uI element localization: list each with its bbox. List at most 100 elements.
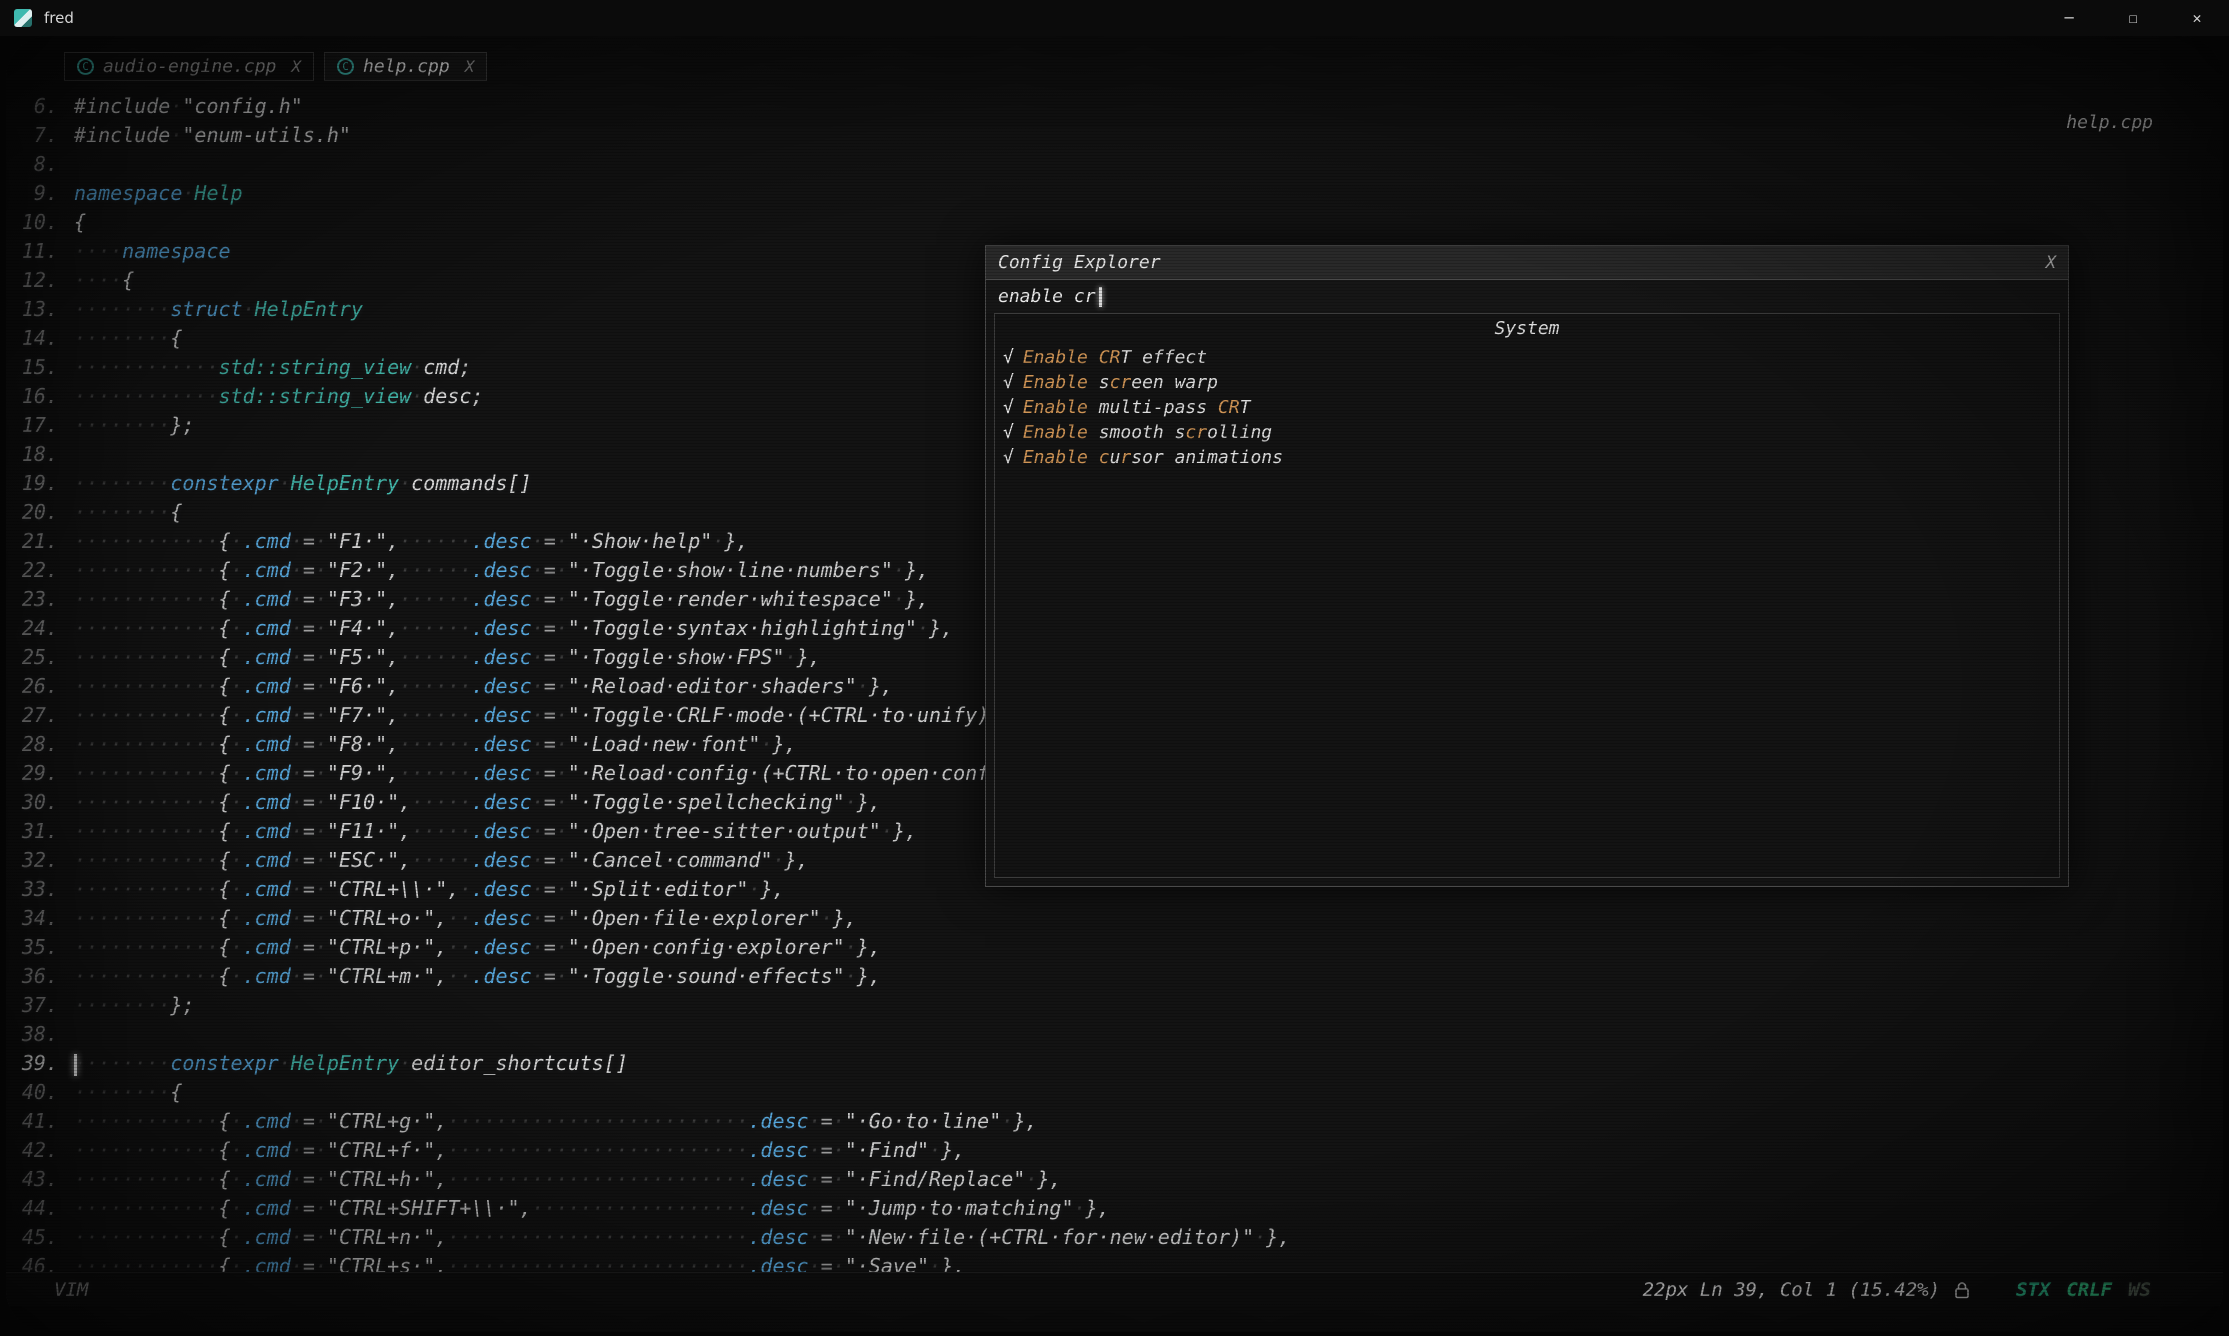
line-number: 39. xyxy=(6,1049,58,1078)
line-number: 43. xyxy=(6,1165,58,1194)
maximize-button[interactable]: ☐ xyxy=(2101,0,2165,36)
code-line: 34.············{·.cmd·=·"CTRL+o·",··.des… xyxy=(6,904,2223,933)
dialog-close-button[interactable]: X xyxy=(2046,253,2056,273)
status-flag-stx: STX xyxy=(2016,1279,2050,1301)
app-icon xyxy=(14,9,32,27)
dialog-titlebar[interactable]: Config Explorer X xyxy=(986,246,2068,280)
line-number: 23. xyxy=(6,585,58,614)
config-section-header: System xyxy=(995,318,2059,339)
crt-screen: 6.#include·"config.h"7.#include·"enum-ut… xyxy=(6,36,2223,1332)
code-line: 36.············{·.cmd·=·"CTRL+m·",··.des… xyxy=(6,962,2223,991)
line-number: 37. xyxy=(6,991,58,1020)
line-number: 29. xyxy=(6,759,58,788)
code-line: 35.············{·.cmd·=·"CTRL+p·",··.des… xyxy=(6,933,2223,962)
line-number: 25. xyxy=(6,643,58,672)
config-option[interactable]: √Enable cursor animations xyxy=(995,445,2059,470)
window-titlebar: fred ─ ☐ ✕ xyxy=(0,0,2229,36)
code-line: 7.#include·"enum-utils.h" xyxy=(6,121,2223,150)
line-number: 30. xyxy=(6,788,58,817)
code-line: 8. xyxy=(6,150,2223,179)
checkbox-checked-icon[interactable]: √ xyxy=(1003,422,1014,443)
code-line: 6.#include·"config.h" xyxy=(6,92,2223,121)
checkbox-checked-icon[interactable]: √ xyxy=(1003,347,1014,368)
close-button[interactable]: ✕ xyxy=(2165,0,2229,36)
config-option[interactable]: √Enable smooth scrolling xyxy=(995,420,2059,445)
tab-label: audio-engine.cpp xyxy=(103,56,276,77)
config-search-input[interactable]: enable cr xyxy=(986,280,2068,313)
search-query-text: enable cr xyxy=(998,286,1096,307)
line-number: 8. xyxy=(6,150,58,179)
status-flag-crlf: CRLF xyxy=(2066,1279,2112,1301)
window-title: fred xyxy=(44,9,74,27)
config-option[interactable]: √Enable CRT effect xyxy=(995,345,2059,370)
line-number: 15. xyxy=(6,353,58,382)
line-number: 38. xyxy=(6,1020,58,1049)
checkbox-checked-icon[interactable]: √ xyxy=(1003,447,1014,468)
line-number: 11. xyxy=(6,237,58,266)
line-number: 16. xyxy=(6,382,58,411)
code-line: 44.············{·.cmd·=·"CTRL+SHIFT+\\·"… xyxy=(6,1194,2223,1223)
editor-mode-indicator: VIM xyxy=(54,1279,88,1301)
line-number: 19. xyxy=(6,469,58,498)
status-flag-ws: WS xyxy=(2128,1279,2151,1301)
line-number: 27. xyxy=(6,701,58,730)
line-number: 21. xyxy=(6,527,58,556)
line-number: 40. xyxy=(6,1078,58,1107)
line-number: 12. xyxy=(6,266,58,295)
line-number: 41. xyxy=(6,1107,58,1136)
line-number: 7. xyxy=(6,121,58,150)
code-line: 9.namespace·Help xyxy=(6,179,2223,208)
code-line: 39.········constexpr·HelpEntry·editor_sh… xyxy=(6,1049,2223,1078)
line-number: 14. xyxy=(6,324,58,353)
config-explorer-dialog: Config Explorer X enable cr System √Enab… xyxy=(985,245,2069,887)
tab-close-icon[interactable]: X xyxy=(291,57,301,76)
code-line: 10.{ xyxy=(6,208,2223,237)
line-number: 22. xyxy=(6,556,58,585)
tab-close-icon[interactable]: X xyxy=(465,57,475,76)
line-number: 26. xyxy=(6,672,58,701)
cursor-position-info: 22px Ln 39, Col 1 (15.42%) xyxy=(1643,1279,1940,1301)
cpp-file-icon: C xyxy=(77,58,94,75)
dialog-title: Config Explorer xyxy=(998,252,1161,273)
status-bar: VIM 22px Ln 39, Col 1 (15.42%) STX CRLF WS xyxy=(6,1272,2223,1306)
config-option[interactable]: √Enable multi-pass CRT xyxy=(995,395,2059,420)
line-number: 20. xyxy=(6,498,58,527)
line-number: 28. xyxy=(6,730,58,759)
line-number: 17. xyxy=(6,411,58,440)
line-number: 6. xyxy=(6,92,58,121)
line-number: 18. xyxy=(6,440,58,469)
line-number: 34. xyxy=(6,904,58,933)
tab-bar: C audio-engine.cpp X C help.cpp X xyxy=(64,52,487,81)
code-line: 45.············{·.cmd·=·"CTRL+n·",······… xyxy=(6,1223,2223,1252)
checkbox-checked-icon[interactable]: √ xyxy=(1003,397,1014,418)
config-items-list: √Enable CRT effect√Enable screen warp√En… xyxy=(995,345,2059,470)
line-number: 36. xyxy=(6,962,58,991)
minimize-button[interactable]: ─ xyxy=(2037,0,2101,36)
line-number: 42. xyxy=(6,1136,58,1165)
code-line: 37.········}; xyxy=(6,991,2223,1020)
line-number: 35. xyxy=(6,933,58,962)
status-right-group: 22px Ln 39, Col 1 (15.42%) STX CRLF WS xyxy=(1643,1279,2151,1301)
tab-help-cpp[interactable]: C help.cpp X xyxy=(324,52,487,81)
config-option[interactable]: √Enable screen warp xyxy=(995,370,2059,395)
line-number: 45. xyxy=(6,1223,58,1252)
code-line: 38. xyxy=(6,1020,2223,1049)
cpp-file-icon: C xyxy=(337,58,354,75)
line-number: 9. xyxy=(6,179,58,208)
line-number: 24. xyxy=(6,614,58,643)
active-filename-badge: help.cpp xyxy=(2066,112,2153,133)
line-number: 32. xyxy=(6,846,58,875)
checkbox-checked-icon[interactable]: √ xyxy=(1003,372,1014,393)
line-number: 13. xyxy=(6,295,58,324)
status-flags: STX CRLF WS xyxy=(2016,1279,2151,1301)
window-controls: ─ ☐ ✕ xyxy=(2037,0,2229,36)
code-line: 42.············{·.cmd·=·"CTRL+f·",······… xyxy=(6,1136,2223,1165)
line-number: 33. xyxy=(6,875,58,904)
line-number: 10. xyxy=(6,208,58,237)
code-line: 41.············{·.cmd·=·"CTRL+g·",······… xyxy=(6,1107,2223,1136)
line-number: 44. xyxy=(6,1194,58,1223)
tab-audio-engine-cpp[interactable]: C audio-engine.cpp X xyxy=(64,52,314,81)
code-line: 43.············{·.cmd·=·"CTRL+h·",······… xyxy=(6,1165,2223,1194)
code-line: 40.········{ xyxy=(6,1078,2223,1107)
tab-label: help.cpp xyxy=(363,56,450,77)
